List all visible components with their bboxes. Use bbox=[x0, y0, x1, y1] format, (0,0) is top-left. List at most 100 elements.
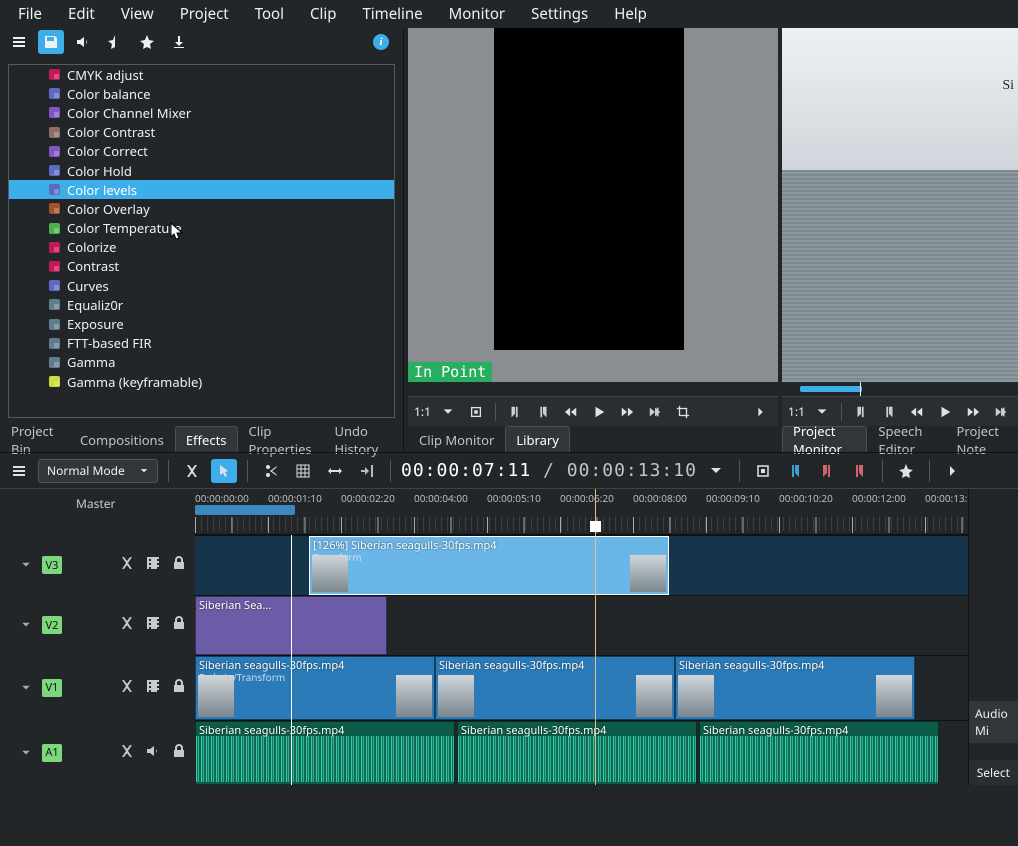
lock-icon[interactable] bbox=[171, 555, 187, 575]
clip-v1-1[interactable]: Siberian seagulls-30fps.mp4 bbox=[435, 656, 675, 720]
tab-project-note[interactable]: Project Note bbox=[945, 426, 1018, 452]
effect-item[interactable]: Color Channel Mixer bbox=[9, 103, 394, 122]
effect-item[interactable]: Colorize bbox=[9, 238, 394, 257]
play-button-2[interactable] bbox=[934, 401, 956, 423]
time-ruler[interactable]: 00:00:00:0000:00:01:1000:00:02:2000:00:0… bbox=[195, 489, 968, 535]
favorite-button[interactable] bbox=[134, 30, 160, 54]
effect-item[interactable]: Color Contrast bbox=[9, 123, 394, 142]
mix-button-1[interactable] bbox=[782, 459, 808, 483]
track-head-v3[interactable]: V3 bbox=[0, 535, 195, 595]
effect-item[interactable]: FTT-based FIR bbox=[9, 334, 394, 353]
clip-a1-0[interactable]: Siberian seagulls-30fps.mp4 bbox=[195, 721, 455, 785]
track-badge[interactable]: A1 bbox=[42, 744, 62, 762]
effects-list[interactable]: CMYK adjustColor balanceColor Channel Mi… bbox=[8, 64, 395, 418]
favorite-half-button[interactable] bbox=[102, 30, 128, 54]
menu-tool[interactable]: Tool bbox=[243, 0, 296, 28]
tab-library[interactable]: Library bbox=[505, 426, 570, 452]
info-icon[interactable]: i bbox=[373, 34, 389, 50]
zoom-dropdown-2[interactable] bbox=[811, 401, 833, 423]
track-lane-a1[interactable]: Siberian seagulls-30fps.mp4 Siberian sea… bbox=[195, 720, 968, 785]
mark-in-button[interactable] bbox=[504, 401, 526, 423]
effect-item[interactable]: Exposure bbox=[9, 314, 394, 333]
spacer-tool-button[interactable] bbox=[290, 459, 316, 483]
effect-item[interactable]: Gamma (keyframable) bbox=[9, 372, 394, 391]
expand-icon[interactable] bbox=[18, 619, 34, 631]
fx-icon[interactable] bbox=[119, 615, 135, 635]
track-badge[interactable]: V1 bbox=[42, 679, 62, 697]
menu-view[interactable]: View bbox=[109, 0, 166, 28]
menu-clip[interactable]: Clip bbox=[298, 0, 348, 28]
clip-monitor-ruler[interactable] bbox=[408, 382, 778, 396]
composite-button[interactable] bbox=[750, 459, 776, 483]
tab-clip-properties[interactable]: Clip Properties bbox=[238, 426, 324, 452]
end-button-2[interactable] bbox=[990, 401, 1012, 423]
tab-effects[interactable]: Effects bbox=[175, 426, 238, 452]
mark-out-button[interactable] bbox=[532, 401, 554, 423]
more-button[interactable] bbox=[750, 401, 772, 423]
fx-icon[interactable] bbox=[119, 743, 135, 763]
edit-mode-dropdown[interactable]: Normal Mode bbox=[38, 459, 158, 483]
ff-button[interactable] bbox=[616, 401, 638, 423]
expand-icon[interactable] bbox=[18, 747, 34, 759]
track-badge[interactable]: V3 bbox=[42, 556, 62, 574]
tab-clip-monitor[interactable]: Clip Monitor bbox=[408, 426, 505, 452]
effect-item[interactable]: Color Correct bbox=[9, 142, 394, 161]
fx-button[interactable] bbox=[179, 459, 205, 483]
cut-tool-button[interactable] bbox=[258, 459, 284, 483]
track-lane-v3[interactable]: [126%] Siberian seagulls-30fps.mp4 Trans… bbox=[195, 535, 968, 595]
tree-view-button[interactable] bbox=[6, 30, 32, 54]
timeline-timecode[interactable]: 00:00:07:11 / 00:00:13:10 bbox=[401, 460, 697, 481]
track-head-v2[interactable]: V2 bbox=[0, 595, 195, 655]
rewind-button[interactable] bbox=[560, 401, 582, 423]
menu-help[interactable]: Help bbox=[602, 0, 659, 28]
track-lane-v1[interactable]: Siberian seagulls-30fps.mp4 Fade in/Tran… bbox=[195, 655, 968, 720]
timeline-more-button[interactable] bbox=[940, 459, 966, 483]
effect-item[interactable]: Curves bbox=[9, 276, 394, 295]
zone-indicator[interactable] bbox=[195, 505, 295, 515]
tab-undo-history[interactable]: Undo History bbox=[323, 426, 403, 452]
fit-button[interactable] bbox=[465, 401, 487, 423]
favorite-timeline-button[interactable] bbox=[893, 459, 919, 483]
fx-icon[interactable] bbox=[119, 678, 135, 698]
ff-button-2[interactable] bbox=[962, 401, 984, 423]
tracks-area[interactable]: 00:00:00:0000:00:01:1000:00:02:2000:00:0… bbox=[195, 489, 968, 785]
rewind-button-2[interactable] bbox=[906, 401, 928, 423]
timecode-dropdown[interactable] bbox=[703, 459, 729, 483]
lock-icon[interactable] bbox=[171, 615, 187, 635]
insert-spacer-button[interactable] bbox=[322, 459, 348, 483]
zoom-dropdown[interactable] bbox=[437, 401, 459, 423]
clip-v3[interactable]: [126%] Siberian seagulls-30fps.mp4 Trans… bbox=[309, 536, 669, 595]
menu-monitor[interactable]: Monitor bbox=[437, 0, 518, 28]
cursor-tool-button[interactable] bbox=[211, 459, 237, 483]
lock-icon[interactable] bbox=[171, 678, 187, 698]
effect-item[interactable]: Equaliz0r bbox=[9, 295, 394, 314]
mark-in-button-2[interactable] bbox=[850, 401, 872, 423]
effect-item[interactable]: Color Overlay bbox=[9, 199, 394, 218]
speaker-icon[interactable] bbox=[145, 743, 161, 763]
tab-compositions[interactable]: Compositions bbox=[69, 426, 175, 452]
mix-button-2[interactable] bbox=[814, 459, 840, 483]
fx-icon[interactable] bbox=[119, 555, 135, 575]
track-lane-v2[interactable]: Siberian Sea... bbox=[195, 595, 968, 655]
clip-v1-0[interactable]: Siberian seagulls-30fps.mp4 Fade in/Tran… bbox=[195, 656, 435, 720]
menu-settings[interactable]: Settings bbox=[519, 0, 600, 28]
film-icon[interactable] bbox=[145, 678, 161, 698]
audio-effects-button[interactable] bbox=[70, 30, 96, 54]
save-button[interactable] bbox=[38, 30, 64, 54]
project-monitor-ruler[interactable] bbox=[782, 382, 1018, 396]
tab-project-bin[interactable]: Project Bin bbox=[0, 426, 69, 452]
crop-button[interactable] bbox=[672, 401, 694, 423]
clip-a1-2[interactable]: Siberian seagulls-30fps.mp4 bbox=[699, 721, 939, 785]
end-button[interactable] bbox=[644, 401, 666, 423]
playhead[interactable] bbox=[595, 489, 596, 785]
clip-v1-2[interactable]: Siberian seagulls-30fps.mp4 bbox=[675, 656, 915, 720]
menu-edit[interactable]: Edit bbox=[56, 0, 107, 28]
menu-timeline[interactable]: Timeline bbox=[350, 0, 434, 28]
effect-item[interactable]: Contrast bbox=[9, 257, 394, 276]
mark-out-button-2[interactable] bbox=[878, 401, 900, 423]
clip-monitor-viewport[interactable]: In Point bbox=[408, 28, 778, 382]
lock-icon[interactable] bbox=[171, 743, 187, 763]
download-button[interactable] bbox=[166, 30, 192, 54]
mix-button-3[interactable] bbox=[846, 459, 872, 483]
tab-speech-editor[interactable]: Speech Editor bbox=[867, 426, 945, 452]
